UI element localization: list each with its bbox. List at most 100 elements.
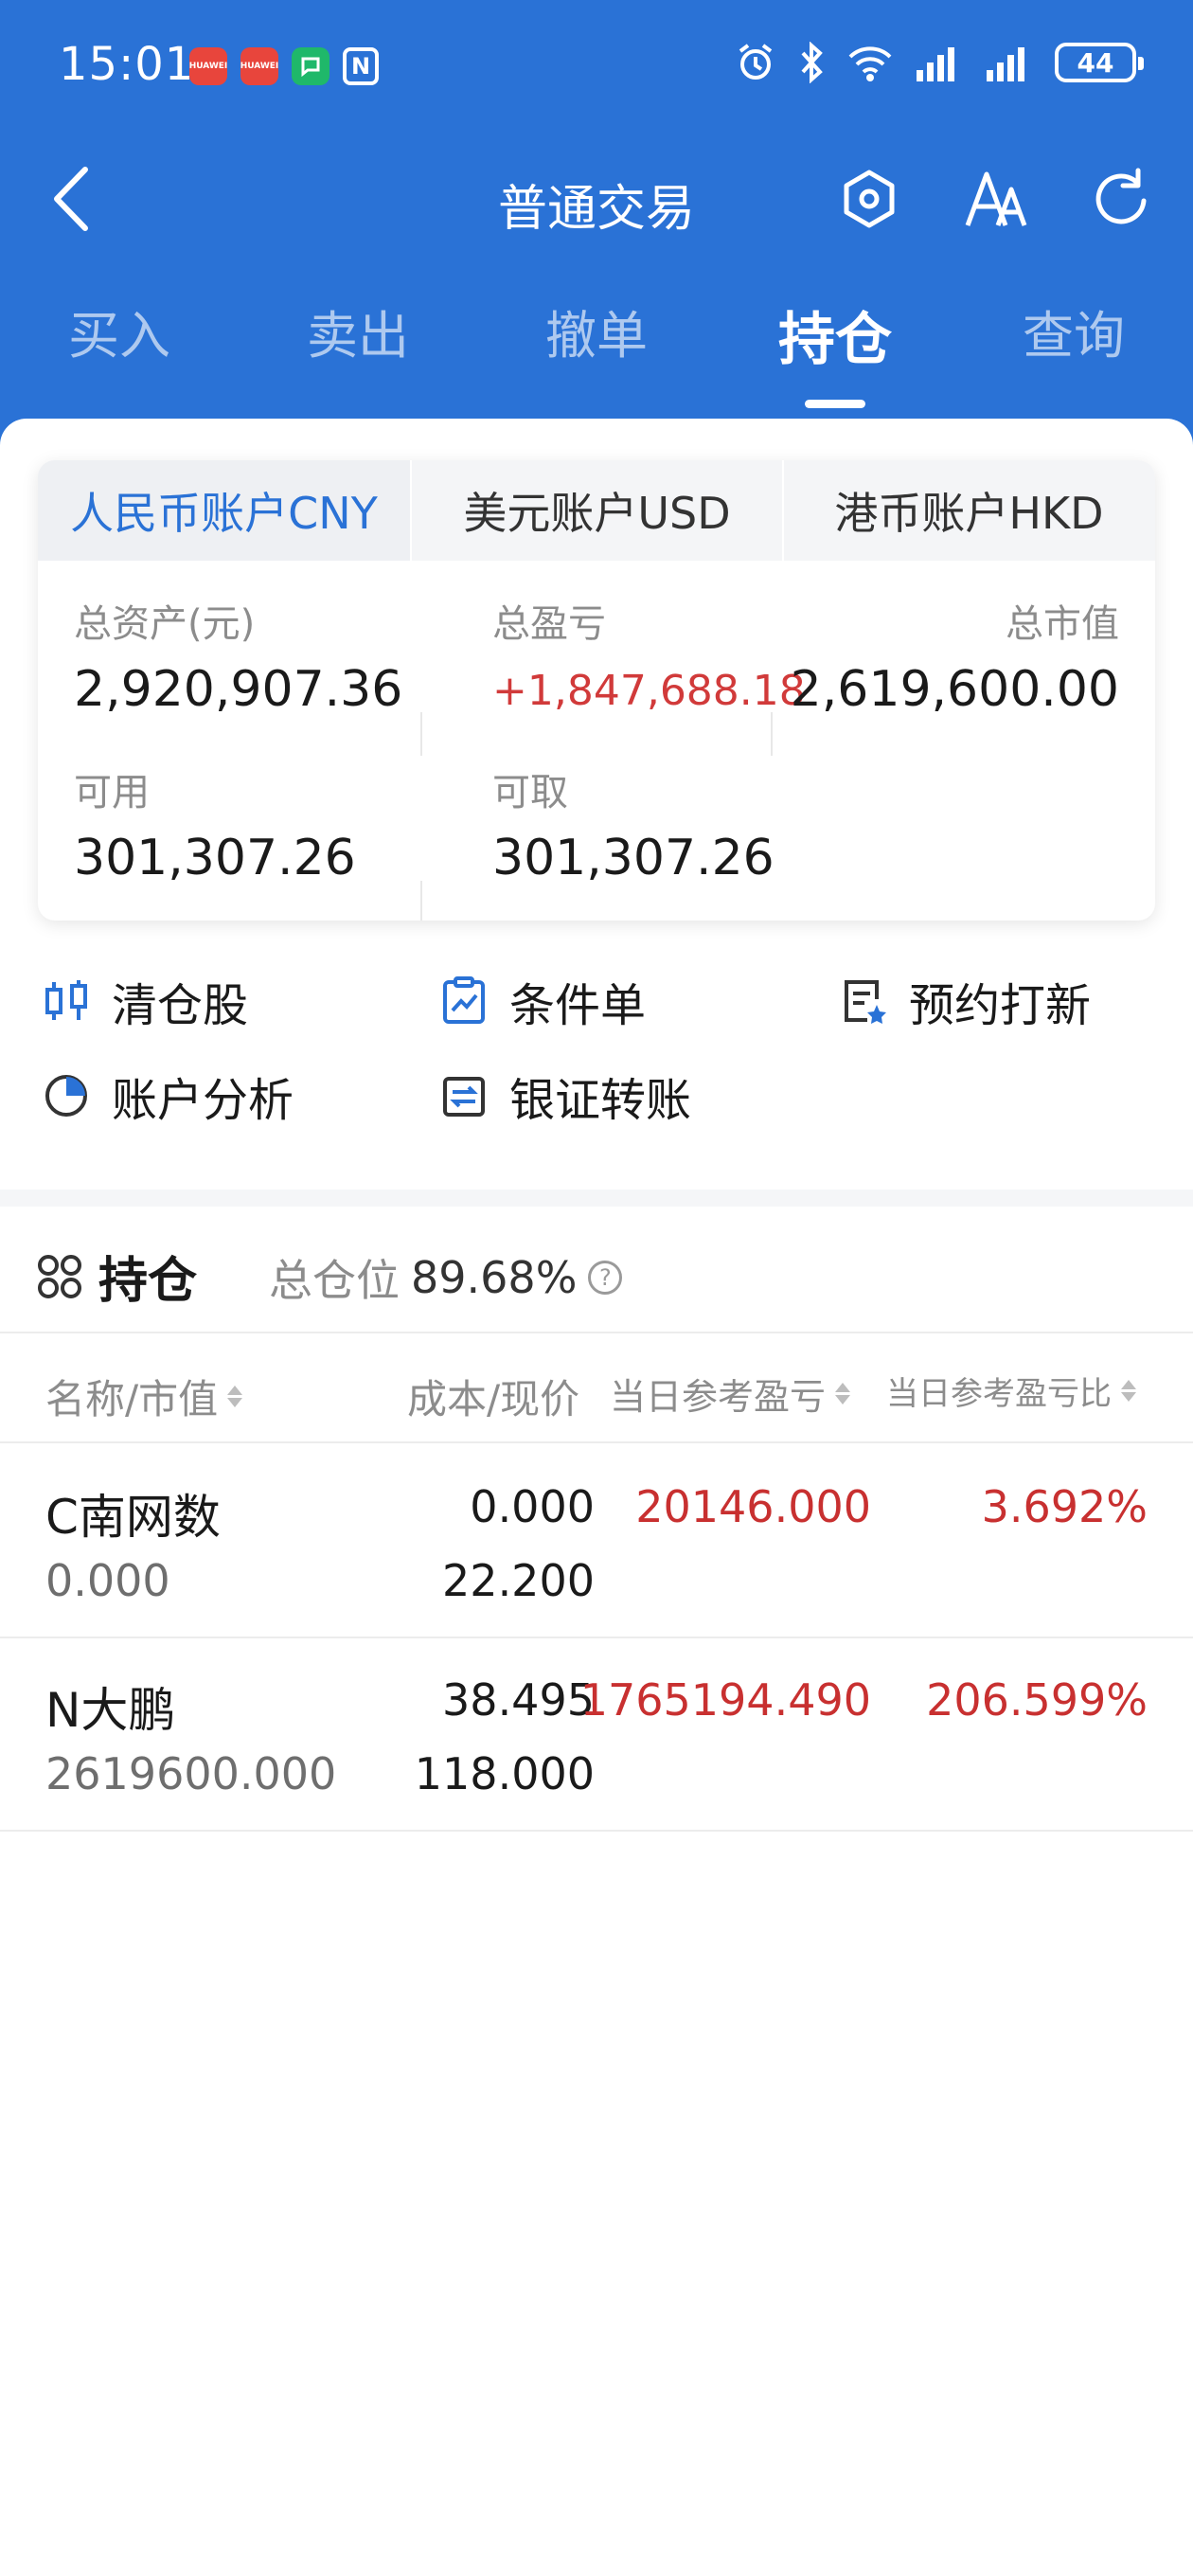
position-ratio: 总仓位 89.68% ? — [269, 1246, 623, 1309]
holdings-column-headers: 名称/市值 成本/现价 当日参考盈亏 当日参考盈亏比 — [0, 1335, 1193, 1443]
withdrawable-funds: 可取 301,307.26 — [492, 761, 775, 886]
total-pl-value: +1,847,688.18 — [492, 667, 806, 715]
divider — [420, 712, 422, 756]
total-assets-value: 2,920,907.36 — [74, 661, 403, 718]
sort-icon — [835, 1383, 851, 1404]
notification-icons: HUAWEI HUAWEI N — [189, 47, 379, 85]
holdings-title-text: 持仓 — [98, 1253, 198, 1310]
stock-market-value: 0.000 — [45, 1555, 170, 1606]
clear-stock-icon — [45, 980, 87, 1020]
sort-icon — [227, 1386, 243, 1407]
total-pl-label: 总盈亏 — [492, 602, 606, 646]
status-time: 15:01 — [59, 38, 195, 91]
battery-indicator: 44 — [1055, 43, 1144, 82]
column-day-pl-ratio[interactable]: 当日参考盈亏比 — [886, 1368, 1136, 1414]
column-label: 名称/市值 — [45, 1376, 219, 1422]
refresh-button[interactable] — [1083, 161, 1159, 237]
refresh-icon — [1095, 168, 1147, 224]
currency-account-tabs: 人民币账户CNY 美元账户USD 港币账户HKD — [38, 460, 1155, 561]
market-value-label: 总市值 — [1006, 602, 1119, 646]
help-icon[interactable]: ? — [588, 1261, 623, 1295]
stock-name: N大鹏 — [45, 1683, 176, 1738]
ipo-reserve-label: 预约打新 — [909, 979, 1092, 1032]
status-bar: 15:01 HUAWEI HUAWEI N 44 — [0, 0, 1193, 133]
ipo-reserve-button[interactable]: 预约打新 — [839, 968, 1091, 1034]
bluetooth-icon — [801, 42, 823, 83]
alarm-icon — [739, 44, 773, 80]
huawei-app-icon: HUAWEI — [189, 47, 227, 85]
total-market-value: 总市值 2,619,600.00 — [791, 593, 1119, 718]
wifi-icon — [848, 46, 892, 81]
tab-account-hkd[interactable]: 港币账户HKD — [782, 460, 1154, 561]
holdings-header: 持仓 总仓位 89.68% ? — [0, 1207, 1193, 1333]
available-funds: 可用 301,307.26 — [74, 761, 356, 886]
conditional-order-button[interactable]: 条件单 — [439, 968, 646, 1034]
pie-chart-icon — [45, 1075, 87, 1117]
column-day-pl[interactable]: 当日参考盈亏 — [610, 1368, 851, 1420]
divider — [771, 712, 773, 756]
navigation-bar: 普通交易 — [0, 142, 1193, 256]
signal-icon — [987, 47, 1024, 81]
clear-stock-button[interactable]: 清仓股 — [42, 968, 248, 1034]
tab-account-cny[interactable]: 人民币账户CNY — [38, 460, 410, 561]
signal-icon — [917, 47, 954, 81]
chat-app-icon — [292, 47, 329, 85]
tab-cancel-order[interactable]: 撤单 — [477, 294, 716, 426]
huawei-app-icon: HUAWEI — [240, 47, 278, 85]
section-divider — [0, 1190, 1193, 1207]
position-ratio-value: 89.68% — [411, 1252, 578, 1303]
stock-price: 118.000 — [414, 1748, 595, 1799]
account-analysis-label: 账户分析 — [112, 1074, 294, 1127]
column-cost-price: 成本/现价 — [407, 1368, 579, 1425]
column-name-market-value[interactable]: 名称/市值 — [45, 1368, 243, 1425]
market-value-value: 2,619,600.00 — [790, 661, 1119, 718]
position-ratio-label: 总仓位 — [269, 1255, 400, 1306]
stock-day-pl: 20146.000 — [635, 1481, 871, 1532]
conditional-order-label: 条件单 — [509, 979, 647, 1032]
trade-tabs: 买入 卖出 撤单 持仓 查询 — [0, 294, 1193, 426]
clear-stock-label: 清仓股 — [112, 979, 249, 1032]
settings-button[interactable] — [831, 161, 907, 237]
tab-account-usd[interactable]: 美元账户USD — [410, 460, 782, 561]
bank-transfer-label: 银证转账 — [509, 1074, 692, 1127]
stock-day-pl-ratio: 206.599% — [926, 1674, 1148, 1726]
stock-day-pl-ratio: 3.692% — [981, 1481, 1148, 1532]
withdrawable-label: 可取 — [492, 771, 568, 814]
total-assets-label: 总资产(元) — [74, 602, 256, 646]
stock-day-pl: 1765194.490 — [579, 1674, 871, 1726]
nfc-icon: N — [343, 47, 379, 85]
column-label: 当日参考盈亏比 — [886, 1375, 1112, 1413]
bank-transfer-icon — [443, 1077, 485, 1117]
total-profit-loss: 总盈亏 +1,847,688.18 — [492, 593, 806, 715]
hexagon-settings-icon — [844, 170, 895, 228]
stock-name: C南网数 — [45, 1490, 221, 1545]
total-assets: 总资产(元) 2,920,907.36 — [74, 593, 402, 718]
font-size-icon — [965, 171, 1027, 226]
table-row[interactable]: N大鹏 2619600.000 38.495 118.000 1765194.4… — [0, 1638, 1193, 1832]
account-summary-card: 人民币账户CNY 美元账户USD 港币账户HKD 总资产(元) 2,920,90… — [38, 460, 1155, 921]
sort-icon — [1121, 1380, 1136, 1402]
table-row[interactable]: C南网数 0.000 0.000 22.200 20146.000 3.692% — [0, 1445, 1193, 1638]
content-sheet: 人民币账户CNY 美元账户USD 港币账户HKD 总资产(元) 2,920,90… — [0, 419, 1193, 2576]
holdings-title: 持仓 — [36, 1241, 197, 1312]
tab-sell[interactable]: 卖出 — [239, 294, 477, 426]
column-label: 成本/现价 — [407, 1376, 580, 1422]
bank-transfer-button[interactable]: 银证转账 — [439, 1063, 691, 1129]
tab-buy[interactable]: 买入 — [0, 294, 239, 426]
font-size-button[interactable] — [958, 161, 1034, 237]
available-value: 301,307.26 — [74, 830, 356, 886]
stock-cost: 0.000 — [470, 1481, 595, 1532]
stock-cost: 38.495 — [442, 1674, 595, 1726]
ipo-reserve-icon — [845, 980, 886, 1024]
column-label: 当日参考盈亏 — [610, 1376, 827, 1418]
divider — [420, 881, 422, 921]
account-analysis-button[interactable]: 账户分析 — [42, 1063, 294, 1129]
stock-price: 22.200 — [442, 1555, 595, 1606]
available-label: 可用 — [74, 771, 150, 814]
conditional-order-icon — [443, 976, 485, 1024]
grid-icon — [38, 1254, 81, 1298]
system-icons: 44 — [735, 42, 1144, 83]
tab-query[interactable]: 查询 — [954, 294, 1193, 426]
withdrawable-value: 301,307.26 — [492, 830, 775, 886]
tab-holdings[interactable]: 持仓 — [716, 294, 954, 426]
